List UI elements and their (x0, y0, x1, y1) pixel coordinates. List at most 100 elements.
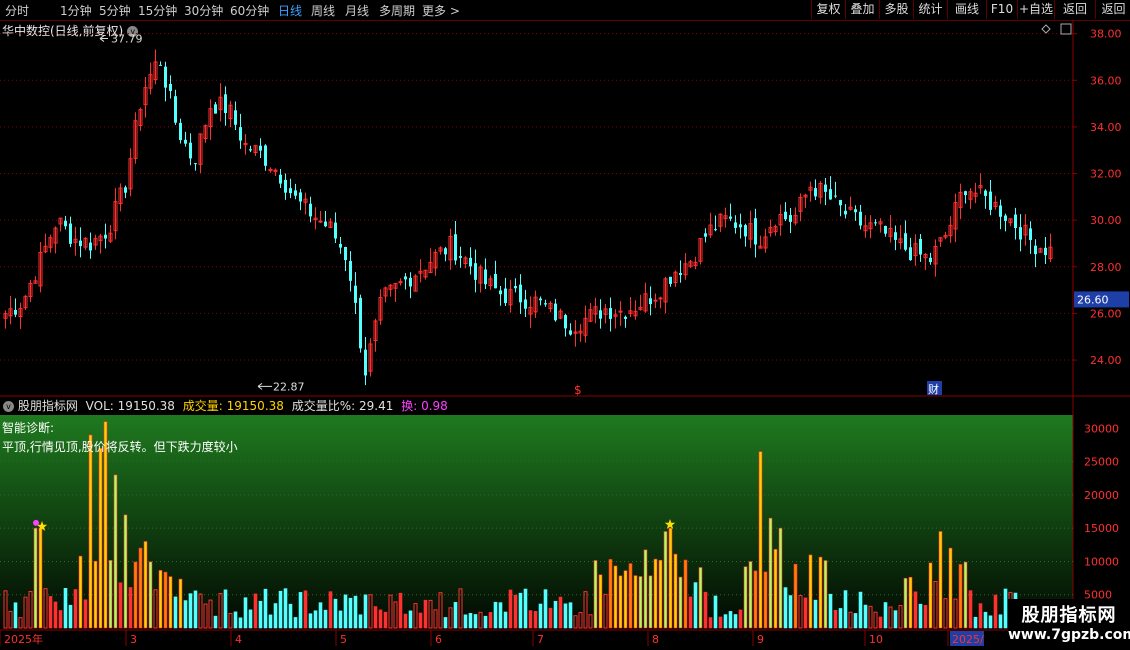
price-tick-label: 32.00 (1090, 168, 1122, 181)
candle-body (1004, 215, 1007, 221)
volume-bar (753, 570, 758, 629)
indicator-name[interactable]: 股朋指标网 (18, 399, 78, 413)
time-tick-label: 4 (235, 633, 242, 646)
volume-bar (763, 571, 768, 629)
candle-body (754, 218, 757, 245)
volume-bar (373, 606, 378, 629)
current-price-label: 26.60 (1077, 293, 1109, 306)
candle-body (824, 184, 827, 192)
candle-body (284, 179, 287, 193)
volume-bar (883, 602, 888, 629)
volume-bar (593, 560, 598, 629)
volume-bar (188, 593, 193, 629)
candle-body (989, 191, 992, 210)
price-tick-label: 38.00 (1090, 28, 1122, 41)
volume-bar (1003, 588, 1008, 629)
volume-bar (78, 555, 83, 629)
indicator-collapse-icon[interactable]: v (3, 401, 14, 412)
volume-bar (88, 434, 93, 629)
volume-bar (733, 614, 738, 629)
candle-body (494, 273, 497, 289)
volume-bar (808, 554, 813, 629)
candle-body (894, 232, 897, 240)
volume-bar (758, 451, 763, 629)
top-signal-dot (33, 519, 39, 526)
volume-bar (53, 601, 58, 629)
volume-bar (663, 531, 668, 629)
candle-body (854, 209, 857, 213)
volume-bar (698, 567, 703, 629)
volume-tick-label: 30000 (1084, 422, 1119, 435)
candle-body (289, 188, 292, 194)
volume-bar (863, 604, 868, 629)
volume-bar (238, 617, 243, 629)
volume-bar (353, 595, 358, 629)
candle-body (404, 276, 407, 280)
volume-bar (938, 531, 943, 629)
candle-body (653, 299, 658, 302)
candle-body (669, 276, 672, 284)
volume-bar (83, 599, 88, 629)
volume-bar (693, 582, 698, 629)
volume-bar (233, 611, 238, 629)
chart-canvas: 37.79 22.87 $ 财 38.00 36.00 34.00 32.00 30.00 28… (0, 20, 1130, 650)
candle-body (339, 243, 342, 248)
volume-tick-label: 10000 (1084, 555, 1119, 568)
candle-body (324, 221, 327, 227)
candle-body (444, 248, 447, 255)
volume-bar (668, 527, 673, 629)
volume-bar (108, 560, 113, 629)
volume-bar (648, 575, 653, 629)
candle-body (984, 190, 987, 196)
brand-name: 股朋指标网 (1021, 605, 1117, 626)
volume-tick-label: 20000 (1084, 489, 1119, 502)
candle-body (704, 233, 707, 237)
volume-bar (133, 561, 138, 629)
volume-bar (168, 576, 173, 629)
candle-body (744, 225, 747, 237)
candle-body (569, 330, 572, 335)
time-tick-label: 8 (652, 633, 659, 646)
high-price-label: 37.79 (111, 33, 143, 46)
volume-bar (618, 575, 623, 629)
volume-bar (913, 591, 918, 629)
volume-bar (678, 576, 683, 629)
volume-bar (688, 596, 693, 629)
volume-bar (118, 582, 123, 629)
volume-bar (628, 563, 633, 629)
volume-bar (833, 609, 838, 629)
volume-bar (58, 610, 63, 629)
volume-bar (183, 600, 188, 629)
candle-body (249, 149, 252, 151)
huan-label: 换: (401, 399, 418, 413)
candle-body (714, 229, 717, 231)
volume-bar (558, 596, 563, 629)
candle-body (364, 349, 367, 376)
candle-body (599, 310, 602, 319)
volume-bar (683, 559, 688, 629)
volume-bar (68, 604, 73, 629)
candle-body (679, 273, 682, 275)
volume-bar (363, 594, 368, 629)
volume-bar (378, 609, 383, 629)
candle-body (1014, 214, 1017, 228)
candle-body (544, 303, 547, 305)
volume-bar (673, 553, 678, 629)
volume-bar (473, 614, 478, 629)
volume-bar (403, 613, 408, 629)
volume-tick-label: 25000 (1084, 456, 1119, 469)
volume-bar (988, 615, 993, 629)
candle-body (734, 222, 737, 228)
price-tick-label: 34.00 (1090, 121, 1122, 134)
volume-bar (973, 616, 978, 629)
brand-url: www.7gpzb.com (1008, 627, 1130, 643)
volume-bar (643, 549, 648, 629)
volume-bar (773, 549, 778, 629)
candle-body (564, 315, 567, 329)
brand-watermark: 股朋指标网 www.7gpzb.com (1008, 599, 1130, 650)
volume-bar (918, 603, 923, 629)
candle-body (454, 234, 457, 261)
price-tick-label: 36.00 (1090, 74, 1122, 87)
volume-bar (423, 599, 428, 629)
price-tick-label: 30.00 (1090, 214, 1122, 227)
